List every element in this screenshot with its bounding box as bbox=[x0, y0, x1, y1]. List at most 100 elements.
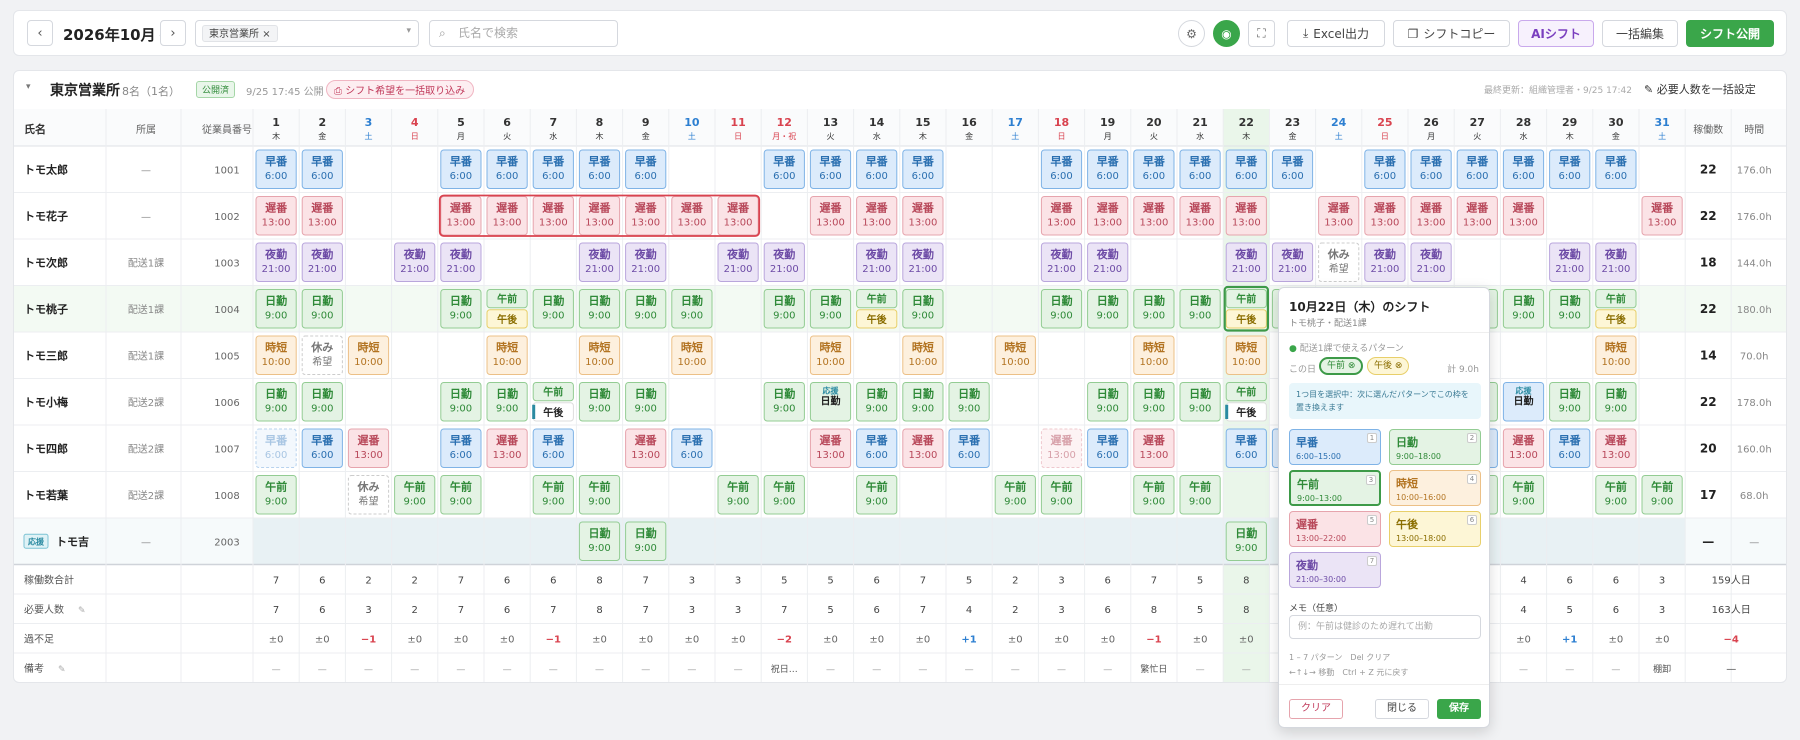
pattern-option[interactable]: 夜勤 21:00–30:00 7 bbox=[1289, 552, 1381, 588]
employee-name[interactable]: トモ小梅 bbox=[24, 395, 68, 409]
office-select[interactable]: 東京営業所 × ▾ bbox=[195, 20, 419, 47]
shift-label: 夜勤 bbox=[1050, 247, 1073, 261]
day-header-weekday: 土 bbox=[688, 131, 696, 141]
pattern-option[interactable]: 遅番 13:00–22:00 5 bbox=[1289, 511, 1381, 547]
memo-input[interactable]: 例：午前は健診のため遅れて出勤 bbox=[1289, 615, 1481, 639]
shift-time: 6:00 bbox=[1189, 171, 1211, 182]
shift-time: 13:00 bbox=[724, 218, 753, 229]
shift-label: 午前 bbox=[542, 480, 564, 494]
summary-cell: — bbox=[272, 665, 281, 675]
close-icon[interactable]: ⊗ bbox=[1395, 361, 1403, 371]
shift-label: 夜勤 bbox=[1373, 247, 1396, 261]
chevron-right-icon: › bbox=[170, 25, 176, 41]
day-header-weekday: 土 bbox=[1011, 131, 1019, 141]
employee-id: 2003 bbox=[214, 537, 239, 548]
employee-name[interactable]: トモ吉 bbox=[56, 534, 89, 548]
shift-time: 13:00 bbox=[1601, 450, 1630, 461]
shift-label: 早番 bbox=[542, 433, 565, 447]
import-requests-button[interactable]: ⎙ シフト希望を一括取り込み bbox=[326, 80, 475, 99]
summary-cell: +1 bbox=[961, 634, 976, 645]
shift-time: 希望 bbox=[312, 355, 332, 368]
shift-time: 9:00 bbox=[1235, 543, 1257, 554]
summary-cell: ±0 bbox=[454, 634, 469, 645]
shift-label: 日勤 bbox=[1559, 294, 1581, 308]
summary-cell: 2 bbox=[412, 605, 418, 616]
shift-label: 遅番 bbox=[450, 201, 473, 215]
shift-copy-button[interactable]: ❐ シフトコピー bbox=[1393, 20, 1510, 47]
edit-icon[interactable]: ✎ bbox=[58, 665, 66, 675]
shift-label: 日勤 bbox=[773, 294, 795, 308]
shift-label: 遅番 bbox=[589, 201, 612, 215]
settings-button[interactable]: ⚙ bbox=[1178, 20, 1205, 47]
pattern-option[interactable]: 時短 10:00–16:00 4 bbox=[1389, 470, 1481, 506]
shift-label: 午前 bbox=[1236, 293, 1256, 306]
shift-label: 午前 bbox=[1051, 480, 1073, 494]
pattern-option[interactable]: 日勤 9:00–18:00 2 bbox=[1389, 429, 1481, 465]
ai-shift-button[interactable]: AIシフト bbox=[1518, 20, 1594, 47]
shift-time: 13:00 bbox=[585, 218, 614, 229]
office-chip[interactable]: 東京営業所 × bbox=[202, 25, 278, 42]
pattern-option[interactable]: 早番 6:00–15:00 1 bbox=[1289, 429, 1381, 465]
excel-export-button[interactable]: ⤓ Excel出力 bbox=[1287, 20, 1385, 47]
shift-label: 夜勤 bbox=[634, 247, 657, 261]
month-selector[interactable]: 2026年10月▾ bbox=[63, 24, 164, 45]
day-header-date: 7 bbox=[549, 116, 557, 129]
shift-label: 午前 bbox=[1189, 480, 1211, 494]
employee-name[interactable]: トモ四郎 bbox=[24, 441, 68, 455]
shift-label: 午前 bbox=[1004, 480, 1026, 494]
prev-month-button[interactable]: ‹ bbox=[27, 20, 53, 46]
shift-label: 遅番 bbox=[681, 201, 704, 215]
employee-name[interactable]: トモ若葉 bbox=[24, 488, 69, 502]
shift-time: 9:00 bbox=[1004, 497, 1026, 508]
shift-time: 6:00 bbox=[819, 171, 841, 182]
employee-hours: 180.0h bbox=[1737, 305, 1772, 316]
summary-cell: — bbox=[549, 665, 558, 675]
shift-label: 遅番 bbox=[1143, 201, 1166, 215]
clear-button[interactable]: クリア bbox=[1289, 699, 1343, 719]
selected-chip-1[interactable]: 午前 ⊗ bbox=[1319, 357, 1364, 375]
day-header-weekday: 水 bbox=[1520, 131, 1528, 141]
close-button[interactable]: 閉じる bbox=[1375, 699, 1429, 719]
day-header-weekday: 土 bbox=[365, 131, 373, 141]
shift-label: 早番 bbox=[1466, 154, 1489, 168]
collapse-icon[interactable]: ▾ bbox=[26, 82, 31, 92]
edit-icon[interactable]: ✎ bbox=[78, 606, 86, 616]
selected-chip-2[interactable]: 午後 ⊗ bbox=[1367, 357, 1410, 375]
summary-cell: 5 bbox=[827, 605, 833, 616]
save-button[interactable]: 保存 bbox=[1437, 699, 1481, 719]
close-icon[interactable]: × bbox=[262, 29, 270, 40]
employee-name[interactable]: トモ花子 bbox=[24, 209, 68, 223]
shift-time: 13:00 bbox=[908, 218, 937, 229]
pattern-option[interactable]: 午後 13:00–18:00 6 bbox=[1389, 511, 1481, 547]
shift-label: 夜勤 bbox=[1558, 247, 1581, 261]
publish-shift-button[interactable]: シフト公開 bbox=[1686, 20, 1774, 47]
employee-name[interactable]: トモ次郎 bbox=[24, 255, 68, 269]
shift-time: 13:00 bbox=[631, 450, 660, 461]
shift-time: 6:00 bbox=[311, 171, 333, 182]
employee-name[interactable]: トモ三郎 bbox=[24, 348, 68, 362]
employee-name[interactable]: トモ太郎 bbox=[24, 162, 68, 176]
bulk-edit-button[interactable]: 一括編集 bbox=[1602, 20, 1678, 47]
summary-cell: ±0 bbox=[1655, 634, 1670, 645]
employee-id: 1007 bbox=[214, 444, 239, 455]
shift-time: 13:00 bbox=[1463, 218, 1492, 229]
shift-time: 9:00 bbox=[958, 404, 980, 415]
bulk-required-button[interactable]: ✎ 必要人数を一括設定 bbox=[1644, 81, 1756, 97]
day-header-date: 29 bbox=[1562, 116, 1577, 129]
shift-time: 6:00 bbox=[496, 171, 518, 182]
close-icon[interactable]: ⊗ bbox=[1348, 361, 1356, 371]
column-header-id: 従業員番号 bbox=[202, 123, 252, 136]
summary-cell: 7 bbox=[458, 605, 464, 616]
summary-cell: — bbox=[965, 665, 974, 675]
last-update: 最終更新：組織管理者・9/25 17:42 bbox=[1484, 86, 1633, 96]
shift-time: 13:00 bbox=[908, 450, 937, 461]
next-month-button[interactable]: › bbox=[160, 20, 186, 46]
search-input[interactable]: ⌕ 氏名で検索 bbox=[429, 20, 618, 47]
day-header-weekday: 月・祝 bbox=[772, 131, 796, 141]
employee-name[interactable]: トモ桃子 bbox=[24, 302, 68, 316]
shift-label: 時短 bbox=[1605, 340, 1627, 354]
view-toggle-button[interactable]: ◉ bbox=[1213, 20, 1240, 47]
pattern-time: 9:00–13:00 bbox=[1297, 494, 1343, 503]
fullscreen-button[interactable]: ⛶ bbox=[1248, 20, 1275, 47]
pattern-option[interactable]: 午前 9:00–13:00 3 bbox=[1289, 470, 1381, 506]
